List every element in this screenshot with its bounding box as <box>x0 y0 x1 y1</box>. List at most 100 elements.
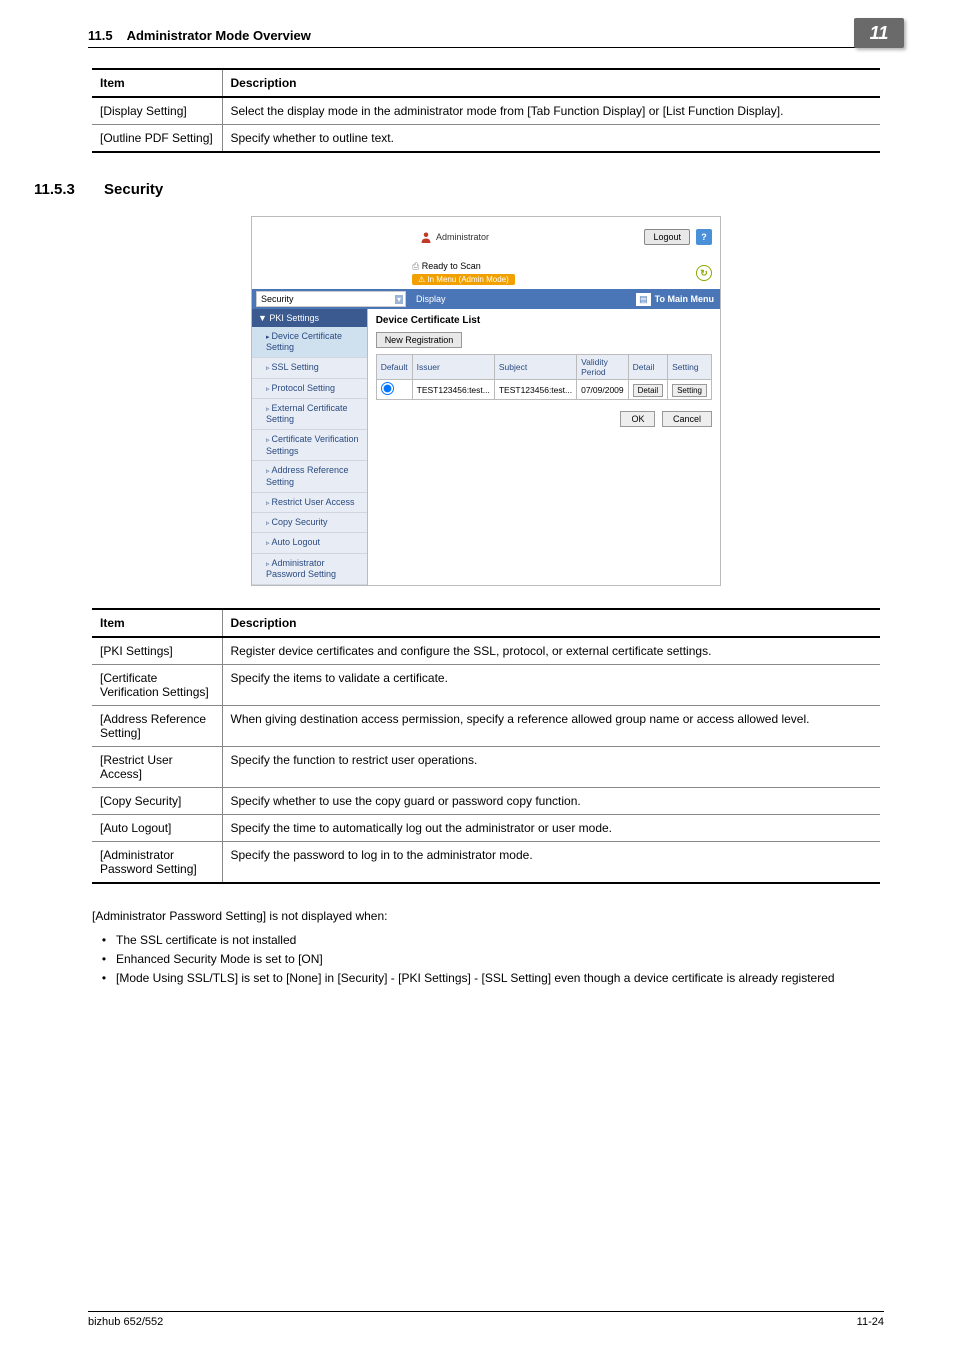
arrow-icon: ▹ <box>266 437 270 444</box>
arrow-icon: ▸ <box>266 334 270 341</box>
sidebar-item-auto-logout[interactable]: ▹Auto Logout <box>252 533 367 553</box>
chapter-badge: 11 <box>854 18 904 48</box>
default-radio[interactable] <box>381 382 394 395</box>
cell-item: [Address Reference Setting] <box>92 705 222 746</box>
cell-desc: When giving destination access permissio… <box>222 705 880 746</box>
cell-item: [Display Setting] <box>92 97 222 125</box>
note-bullets: The SSL certificate is not installed Enh… <box>92 931 884 989</box>
table-security-items: Item Description [PKI Settings]Register … <box>92 608 880 884</box>
arrow-icon: ▹ <box>266 386 270 393</box>
sidebar-item-cert-verification[interactable]: ▹Certificate Verification Settings <box>252 430 367 461</box>
cell-item: [Outline PDF Setting] <box>92 125 222 153</box>
arrow-icon: ▹ <box>266 520 270 527</box>
certificate-table: Default Issuer Subject Validity Period D… <box>376 354 712 400</box>
display-button[interactable]: Display <box>410 294 452 304</box>
sidebar-item-external-cert[interactable]: ▹External Certificate Setting <box>252 399 367 430</box>
table-row: [PKI Settings]Register device certificat… <box>92 637 880 665</box>
cell-desc: Register device certificates and configu… <box>222 637 880 665</box>
arrow-icon: ▹ <box>266 468 270 475</box>
detail-button[interactable]: Detail <box>633 384 663 397</box>
cell-desc: Specify whether to outline text. <box>222 125 880 153</box>
cell-item: [Copy Security] <box>92 787 222 814</box>
cancel-button[interactable]: Cancel <box>662 411 712 427</box>
admin-label: Administrator <box>436 232 489 242</box>
table-row: [Certificate Verification Settings]Speci… <box>92 664 880 705</box>
sidebar-item-restrict-user[interactable]: ▹Restrict User Access <box>252 493 367 513</box>
ok-button[interactable]: OK <box>620 411 655 427</box>
list-item: Enhanced Security Mode is set to [ON] <box>92 950 884 969</box>
cell-item: [PKI Settings] <box>92 637 222 665</box>
col-head-desc: Description <box>222 609 880 637</box>
page-header: 11.5 Administrator Mode Overview <box>88 28 884 48</box>
subsection-title: Security <box>104 181 163 198</box>
footer-product: bizhub 652/552 <box>88 1316 163 1328</box>
table-row: [Administrator Password Setting]Specify … <box>92 841 880 883</box>
footer-page: 11-24 <box>857 1316 884 1328</box>
warning-icon: ⚠ <box>418 275 425 284</box>
col-head-desc: Description <box>222 69 880 97</box>
help-icon[interactable]: ? <box>696 229 712 245</box>
arrow-icon: ▹ <box>266 500 270 507</box>
subsection-heading: 11.5.3 Security <box>34 181 884 198</box>
sidebar-item-admin-password[interactable]: ▹Administrator Password Setting <box>252 554 367 585</box>
cell-desc: Specify the password to log in to the ad… <box>222 841 880 883</box>
cell-desc: Select the display mode in the administr… <box>222 97 880 125</box>
cell-desc: Specify the function to restrict user op… <box>222 746 880 787</box>
col-issuer: Issuer <box>412 355 494 380</box>
cell-desc: Specify the items to validate a certific… <box>222 664 880 705</box>
page-footer: bizhub 652/552 11-24 <box>88 1311 884 1328</box>
arrow-icon: ▹ <box>266 365 270 372</box>
panel-title: Device Certificate List <box>376 315 712 326</box>
arrow-icon: ▹ <box>266 540 270 547</box>
sidebar-group[interactable]: ▼ PKI Settings <box>252 309 367 327</box>
table-row: [Auto Logout]Specify the time to automat… <box>92 814 880 841</box>
col-setting: Setting <box>668 355 712 380</box>
cell-item: [Administrator Password Setting] <box>92 841 222 883</box>
list-item: The SSL certificate is not installed <box>92 931 884 950</box>
col-detail: Detail <box>628 355 667 380</box>
admin-ui-screenshot: Administrator Logout ? ⎙ Ready to Scan ⚠… <box>251 216 721 586</box>
col-subject: Subject <box>494 355 576 380</box>
table-row: [Restrict User Access]Specify the functi… <box>92 746 880 787</box>
status-ready: ⎙ Ready to Scan <box>412 261 515 272</box>
chevron-down-icon: ▾ <box>395 295 403 304</box>
col-validity: Validity Period <box>577 355 629 380</box>
sidebar-item-protocol[interactable]: ▹Protocol Setting <box>252 379 367 399</box>
table-row: [Display Setting] Select the display mod… <box>92 97 880 125</box>
col-head-item: Item <box>92 609 222 637</box>
table-row: TEST123456:test... TEST123456:test... 07… <box>376 380 711 400</box>
list-item: [Mode Using SSL/TLS] is set to [None] in… <box>92 969 884 988</box>
cell-item: [Auto Logout] <box>92 814 222 841</box>
col-head-item: Item <box>92 69 222 97</box>
table-row: [Copy Security]Specify whether to use th… <box>92 787 880 814</box>
subsection-number: 11.5.3 <box>34 181 104 198</box>
list-icon[interactable]: ▤ <box>636 293 651 306</box>
to-main-menu-link[interactable]: To Main Menu <box>655 294 714 304</box>
cell-item: [Restrict User Access] <box>92 746 222 787</box>
sidebar-item-device-cert[interactable]: ▸Device Certificate Setting <box>252 327 367 358</box>
logout-button[interactable]: Logout <box>644 229 690 245</box>
cell-item: [Certificate Verification Settings] <box>92 664 222 705</box>
setting-button[interactable]: Setting <box>672 384 707 397</box>
arrow-icon: ▹ <box>266 406 270 413</box>
table-row: [Address Reference Setting]When giving d… <box>92 705 880 746</box>
new-registration-button[interactable]: New Registration <box>376 332 463 348</box>
category-dropdown[interactable]: Security ▾ <box>256 291 406 307</box>
cell-subject: TEST123456:test... <box>494 380 576 400</box>
col-default: Default <box>376 355 412 380</box>
refresh-icon[interactable]: ↻ <box>696 265 712 281</box>
section-number: 11.5 <box>88 28 113 43</box>
admin-icon <box>420 231 432 243</box>
sidebar-item-address-ref[interactable]: ▹Address Reference Setting <box>252 461 367 492</box>
cell-issuer: TEST123456:test... <box>412 380 494 400</box>
cell-validity: 07/09/2009 <box>577 380 629 400</box>
cell-desc: Specify the time to automatically log ou… <box>222 814 880 841</box>
note-intro: [Administrator Password Setting] is not … <box>92 908 880 925</box>
sidebar-item-ssl[interactable]: ▹SSL Setting <box>252 358 367 378</box>
table-display-settings: Item Description [Display Setting] Selec… <box>92 68 880 153</box>
table-row: [Outline PDF Setting] Specify whether to… <box>92 125 880 153</box>
sidebar-item-copy-security[interactable]: ▹Copy Security <box>252 513 367 533</box>
status-menu-badge: ⚠ In Menu (Admin Mode) <box>412 274 515 285</box>
cell-desc: Specify whether to use the copy guard or… <box>222 787 880 814</box>
arrow-icon: ▹ <box>266 561 270 568</box>
